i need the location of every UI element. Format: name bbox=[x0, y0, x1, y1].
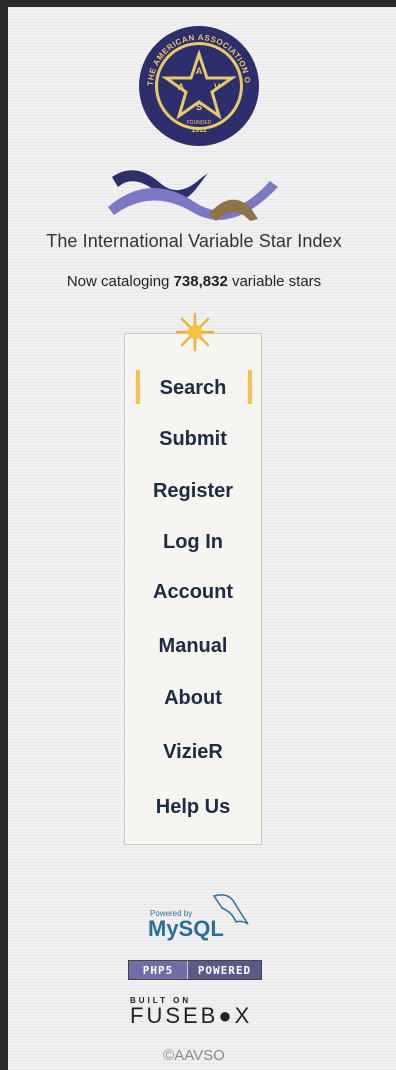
nav-help-us[interactable]: Help Us bbox=[124, 795, 262, 819]
catalog-count-text: Now cataloging 738,832 variable stars bbox=[0, 273, 388, 290]
seal-letter: V bbox=[214, 82, 220, 92]
seal-letter: A bbox=[178, 82, 185, 92]
seal-letter: A bbox=[196, 66, 203, 76]
php5-badge[interactable]: PHP5 POWERED bbox=[128, 960, 262, 980]
nav-log-in[interactable]: Log In bbox=[124, 530, 262, 554]
mysql-badge[interactable]: Powered by MySQL bbox=[136, 890, 256, 944]
nav-manual[interactable]: Manual bbox=[124, 634, 262, 658]
seal-founded: FOUNDED bbox=[187, 120, 212, 126]
sun-icon bbox=[175, 312, 215, 352]
php-powered-label: POWERED bbox=[188, 961, 261, 979]
fusebox-name: FUSEB●X bbox=[130, 1003, 253, 1028]
nav-about[interactable]: About bbox=[124, 686, 262, 710]
subtitle-prefix: Now cataloging bbox=[66, 273, 174, 290]
seal-letter: S bbox=[196, 102, 202, 112]
nav-submit[interactable]: Submit bbox=[124, 427, 262, 451]
nav-vizier[interactable]: VizieR bbox=[124, 740, 262, 764]
wave-logo-icon bbox=[108, 170, 278, 221]
php5-label: PHP5 bbox=[129, 961, 188, 979]
subtitle-suffix: variable stars bbox=[227, 273, 322, 290]
seal-year: 1911 bbox=[191, 127, 206, 134]
copyright-text: ©AAVSO bbox=[163, 1047, 225, 1064]
star-count: 738,832 bbox=[173, 273, 228, 290]
nav-register[interactable]: Register bbox=[124, 479, 262, 503]
nav-search[interactable]: Search bbox=[124, 370, 262, 404]
nav-account[interactable]: Account bbox=[124, 580, 262, 604]
site-title: The International Variable Star Index bbox=[46, 231, 342, 251]
fusebox-badge[interactable]: BUILT ON FUSEB●X bbox=[130, 996, 270, 1034]
mysql-dolphin-icon: Powered by MySQL bbox=[148, 894, 249, 941]
aavso-seal-icon[interactable]: THE AMERICAN ASSOCIATION OF VARIABLE STA… bbox=[137, 24, 261, 148]
mysql-name: MySQL bbox=[148, 916, 224, 941]
